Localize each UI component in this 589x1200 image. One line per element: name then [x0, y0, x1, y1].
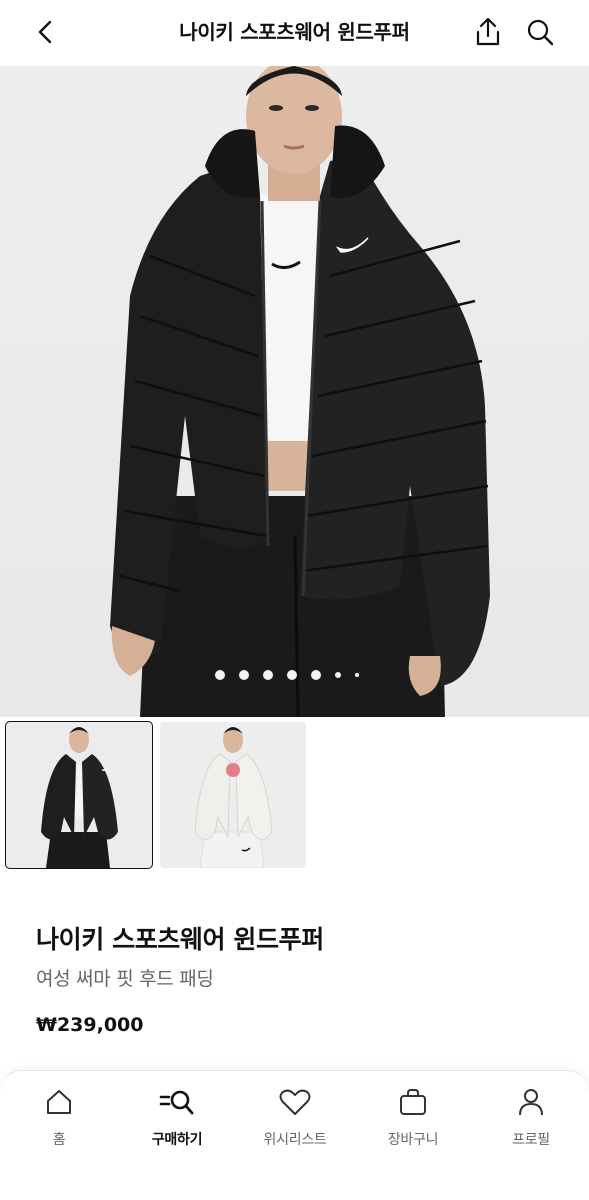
pager-dot[interactable] [310, 670, 321, 680]
search-icon[interactable] [522, 14, 558, 50]
tab-label: 프로필 [512, 1132, 550, 1148]
product-hero-image[interactable] [0, 66, 589, 717]
tab-label: 위시리스트 [263, 1132, 327, 1148]
tab-wishlist[interactable]: 위시리스트 [240, 1085, 350, 1155]
tab-label: 장바구니 [387, 1132, 439, 1148]
share-icon[interactable] [470, 14, 506, 50]
thumbnail-white[interactable] [160, 722, 306, 868]
color-variant-thumbnails [5, 721, 306, 870]
white-jacket-thumbnail-image [160, 722, 306, 868]
tab-label: 홈 [52, 1132, 66, 1148]
pager-dot[interactable] [334, 672, 341, 678]
product-price: ₩239,000 [36, 1014, 144, 1036]
tab-cart[interactable]: 장바구니 [358, 1085, 468, 1155]
tab-shop[interactable]: 구매하기 [122, 1085, 232, 1155]
product-subtitle: 여성 써마 핏 후드 패딩 [36, 968, 214, 990]
thumbnail-black[interactable] [5, 721, 153, 869]
pager-dot[interactable] [214, 670, 225, 680]
bag-icon [398, 1085, 428, 1119]
person-icon [516, 1085, 546, 1119]
black-jacket-thumbnail-image [6, 722, 152, 868]
pager-dot[interactable] [262, 670, 273, 680]
tab-profile[interactable]: 프로필 [476, 1085, 586, 1155]
top-bar: 나이키 스포츠웨어 윈드푸퍼 [0, 0, 589, 66]
tab-label: 구매하기 [151, 1132, 203, 1148]
shop-search-icon [157, 1085, 197, 1119]
bottom-tab-bar: 홈 구매하기 위시리스트 장바구니 프로필 [0, 1070, 589, 1200]
image-pager-dots [0, 670, 589, 680]
pager-dot[interactable] [286, 670, 297, 680]
product-name: 나이키 스포츠웨어 윈드푸퍼 [36, 925, 324, 954]
pager-dot[interactable] [238, 670, 249, 680]
model-black-jacket-illustration [110, 66, 490, 717]
tab-home[interactable]: 홈 [4, 1085, 114, 1155]
home-icon [44, 1085, 74, 1119]
heart-icon [278, 1085, 312, 1119]
pager-dot[interactable] [354, 673, 359, 677]
